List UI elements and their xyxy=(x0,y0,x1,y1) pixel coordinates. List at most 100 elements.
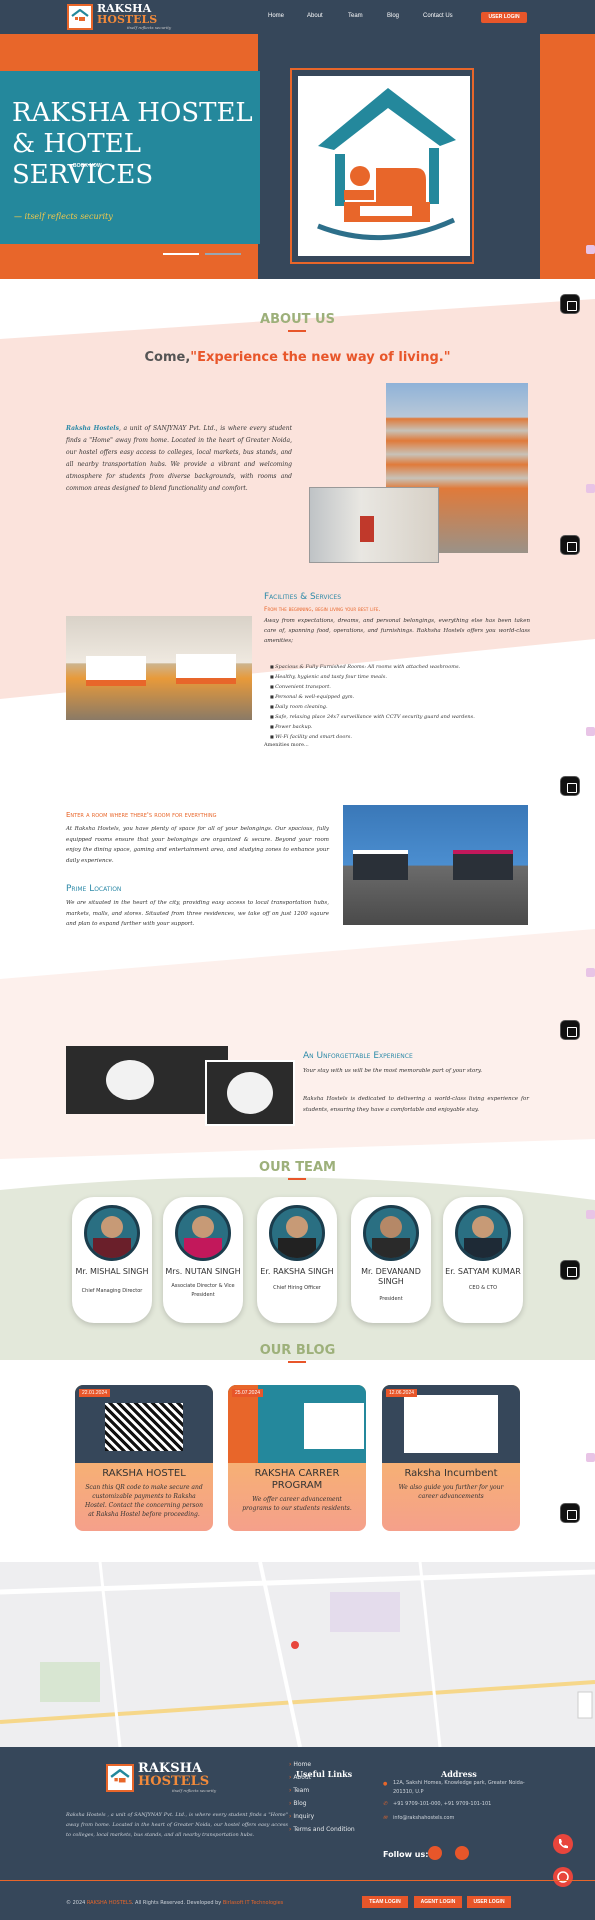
footer-brand-tagline: itself reflects security xyxy=(172,1788,217,1793)
nav-about[interactable]: About xyxy=(307,13,323,19)
room-beds-photo xyxy=(66,616,252,720)
email-text[interactable]: info@rakshahostels.com xyxy=(393,1813,454,1823)
carousel-dot-active[interactable] xyxy=(163,253,199,255)
facilities-paragraph: Away from expectations, dreams, and pers… xyxy=(264,618,530,644)
nav-home[interactable]: Home xyxy=(268,13,284,19)
book-now-button[interactable]: BOOK NOW xyxy=(73,163,102,169)
room-interior-photo xyxy=(343,805,528,925)
team-card[interactable]: Er. RAKSHA SINGH Chief Hiring Officer xyxy=(257,1197,337,1323)
copyright-developer[interactable]: Birlasoft IT Technologies xyxy=(223,1900,283,1906)
copyright-prefix: © 2024 xyxy=(66,1900,87,1906)
logo-icon xyxy=(67,3,93,30)
whatsapp-icon[interactable] xyxy=(428,1846,442,1860)
blog-description: We offer career advancement programs to … xyxy=(242,1496,352,1512)
qr-code xyxy=(105,1403,183,1451)
facility-item: Convenient transport. xyxy=(270,682,530,692)
location-map[interactable] xyxy=(0,1562,595,1747)
blog-description: We also guide you further for your caree… xyxy=(398,1484,504,1500)
agent-login-button[interactable]: AGENT LOGIN xyxy=(414,1896,462,1908)
floating-action-button-6[interactable] xyxy=(560,1503,580,1523)
blog-card[interactable]: 22.01.2024 RAKSHA HOSTEL Scan this QR co… xyxy=(75,1385,213,1531)
footer-logo-icon xyxy=(106,1763,134,1792)
nav-contact[interactable]: Contact Us xyxy=(423,13,453,19)
chat-icon[interactable] xyxy=(586,245,595,254)
experience-para2: Raksha Hostels is dedicated to deliverin… xyxy=(303,1096,529,1113)
chat-icon-2[interactable] xyxy=(586,484,595,493)
footer-divider xyxy=(0,1880,595,1881)
facilities-title: Facilities & Services xyxy=(264,592,342,602)
floating-action-button-4[interactable] xyxy=(560,1020,580,1040)
red-chair xyxy=(360,516,374,542)
team-card[interactable]: Er. SATYAM KUMAR CEO & CTO xyxy=(443,1197,523,1323)
footer-link-inquiry[interactable]: › Inquiry xyxy=(289,1810,314,1823)
chat-icon-5[interactable] xyxy=(586,1210,595,1219)
whatsapp-float-icon[interactable] xyxy=(553,1867,573,1887)
carousel-indicators[interactable] xyxy=(163,253,241,255)
blog-card[interactable]: 25.07.2024 RAKSHA CARRER PROGRAM We offe… xyxy=(228,1385,366,1531)
team-card[interactable]: Mr. DEVANAND SINGH President xyxy=(351,1197,431,1323)
facility-item: Daily room cleaning. xyxy=(270,702,530,712)
blog-date: 22.01.2024 xyxy=(79,1389,111,1397)
chat-icon-3[interactable] xyxy=(586,727,595,736)
team-member-name: Er. SATYAM KUMAR xyxy=(445,1267,521,1276)
blog-card[interactable]: 12.06.2024 Raksha Incumbent We also guid… xyxy=(382,1385,520,1531)
about-paragraph: Raksha Hostels, a unit of SANJYNAY Pvt. … xyxy=(66,423,292,495)
plate-2 xyxy=(227,1072,273,1114)
floating-action-button-5[interactable] xyxy=(560,1260,580,1280)
amenities-more-link[interactable]: Amenities more... xyxy=(264,742,309,748)
team-member-role: Chief Managing Director xyxy=(81,1288,143,1294)
copyright-brand[interactable]: RAKSHA HOSTELS xyxy=(87,1900,132,1906)
floating-action-button-2[interactable] xyxy=(560,535,580,555)
blog-title: RAKSHA HOSTEL xyxy=(102,1468,186,1479)
facility-item: Safe, relaxing place 24x7 surveillance w… xyxy=(270,712,530,722)
room-title: Enter a room where there's room for ever… xyxy=(66,811,217,819)
follow-us-label: Follow us: xyxy=(383,1850,429,1859)
map-roads xyxy=(0,1562,595,1747)
nav-links: Home About Team Blog Contact Us xyxy=(268,13,468,21)
facility-item: Personal & well-equipped gym. xyxy=(270,692,530,702)
footer-about: Raksha Hostels , a unit of SANJYNAY Pvt.… xyxy=(66,1812,288,1838)
facility-item: Spacious & Fully Furnished Rooms: All ro… xyxy=(270,662,530,672)
address-text: 12A, Sakshi Homes, Knowledge park, Great… xyxy=(393,1780,525,1795)
footer-link-about[interactable]: › About xyxy=(289,1771,311,1784)
nav-blog[interactable]: Blog xyxy=(387,13,399,19)
about-subheading-prefix: Come, xyxy=(144,350,191,365)
footer-logo[interactable]: RAKSHA HOSTELS itself reflects security xyxy=(106,1762,216,1793)
footer-link-home[interactable]: › Home xyxy=(289,1758,311,1771)
facilities-list: Spacious & Fully Furnished Rooms: All ro… xyxy=(270,662,530,742)
team-member-role: President xyxy=(379,1296,403,1302)
team-card[interactable]: Mrs. NUTAN SINGH Associate Director & Vi… xyxy=(163,1197,243,1323)
chat-icon-4[interactable] xyxy=(586,968,595,977)
floating-action-button[interactable] xyxy=(560,294,580,314)
footer-link-blog[interactable]: › Blog xyxy=(289,1797,307,1810)
nav-team[interactable]: Team xyxy=(348,13,363,19)
carousel-dot[interactable] xyxy=(205,253,241,255)
avatar xyxy=(84,1205,140,1261)
team-underline xyxy=(288,1178,306,1180)
team-member-name: Mrs. NUTAN SINGH xyxy=(165,1267,241,1276)
footer-link-terms[interactable]: › Terms and Condition xyxy=(289,1823,355,1836)
chat-icon-6[interactable] xyxy=(586,1453,595,1462)
user-login-button[interactable]: USER LOGIN xyxy=(481,12,527,23)
phone-text[interactable]: +91 9709-101-000, +91 9709-101-101 xyxy=(393,1799,491,1809)
location-paragraph: We are situated in the heart of the city… xyxy=(66,900,329,927)
house-bed-icon xyxy=(317,88,456,241)
team-card[interactable]: Mr. MISHAL SINGH Chief Managing Director xyxy=(72,1197,152,1323)
bed-dark-1 xyxy=(353,850,408,880)
youtube-icon[interactable] xyxy=(455,1846,469,1860)
footer-link-team[interactable]: › Team xyxy=(289,1784,309,1797)
floating-action-button-3[interactable] xyxy=(560,776,580,796)
blog-title: Raksha Incumbent xyxy=(404,1468,498,1479)
email-icon: ✉ xyxy=(383,1815,388,1821)
footer-user-login-button[interactable]: USER LOGIN xyxy=(467,1896,511,1908)
team-login-button[interactable]: TEAM LOGIN xyxy=(362,1896,408,1908)
about-subheading: Come,"Experience the new way of living." xyxy=(0,350,595,365)
copyright-mid: . All Rights Reserved. Developed by xyxy=(131,1900,223,1906)
useful-links-list: › Home › About › Team › Blog › Inquiry ›… xyxy=(283,1758,355,1878)
phone-icon: ✆ xyxy=(383,1801,388,1807)
food-photo-2 xyxy=(205,1060,295,1126)
hero-logo-image xyxy=(298,76,470,256)
brand-logo[interactable]: RAKSHA HOSTELS itself reflects security xyxy=(67,3,171,30)
team-member-role: Chief Hiring Officer xyxy=(273,1285,321,1291)
phone-call-icon[interactable] xyxy=(553,1834,573,1854)
